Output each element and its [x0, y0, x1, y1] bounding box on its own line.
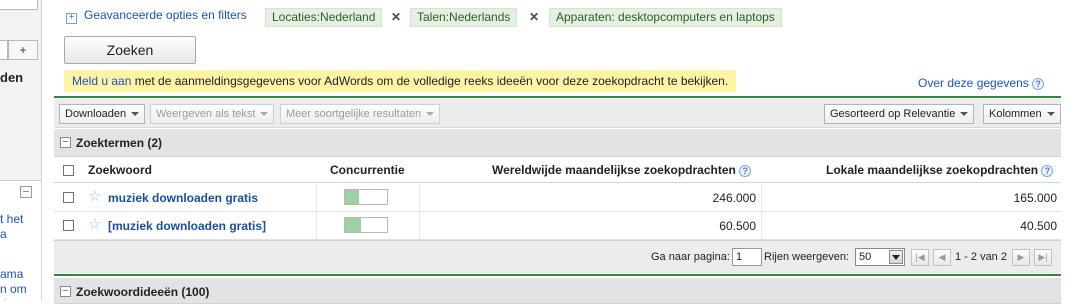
local-searches: 165.000 [1013, 191, 1057, 205]
local-searches: 40.500 [1020, 219, 1057, 233]
help-icon[interactable]: ? [1041, 165, 1054, 177]
sidebar-top-field[interactable] [0, 0, 38, 10]
rows-per-page-value: 50 [859, 251, 872, 263]
sidebar-stepper-field[interactable] [0, 40, 8, 60]
table-row: ☆ muziek downloaden gratis 246.000 165.0… [54, 184, 1061, 212]
competition-fill [345, 218, 361, 232]
sidebar-link[interactable]: n om [0, 282, 27, 296]
rows-label: Rijen weergeven: [764, 251, 849, 263]
divider [54, 274, 1061, 276]
filter-chip-label: Apparaten: desktopcomputers en laptops [556, 10, 775, 24]
search-terms-header[interactable]: – Zoektermen (2) [54, 129, 1061, 157]
last-page-icon[interactable]: ▶| [1034, 249, 1052, 266]
filter-chip-location: Locaties:Nederland [265, 8, 383, 27]
help-icon[interactable]: ? [1032, 78, 1045, 90]
table-row: ☆ [muziek downloaden gratis] 60.500 40.5… [54, 212, 1061, 240]
filter-chip-label: Locaties:Nederland [272, 10, 376, 24]
page-number-input[interactable]: 1 [732, 248, 762, 266]
expand-plus-icon: + [66, 13, 77, 24]
about-data-link[interactable]: Over deze gegevens ? [918, 76, 1045, 90]
view-as-text-button[interactable]: Weergeven als tekst [150, 104, 275, 124]
collapse-icon[interactable]: – [60, 137, 71, 148]
global-searches: 246.000 [712, 191, 756, 205]
filter-chip-label: Talen:Nederlands [417, 10, 511, 24]
section-title: Zoektermen (2) [76, 136, 163, 150]
download-button[interactable]: Downloaden [59, 104, 146, 124]
chevron-down-icon [960, 112, 969, 116]
column-header-global[interactable]: Wereldwijde maandelijkse zoekopdrachten … [492, 163, 752, 177]
sidebar-heading: den [0, 70, 24, 85]
collapse-icon[interactable]: – [60, 286, 71, 297]
sidebar-link[interactable]: a [0, 227, 7, 241]
more-similar-label: Meer soortgelijke resultaten [286, 108, 422, 120]
left-sidebar: + den – t het a ama n om dt [0, 0, 42, 300]
next-page-icon[interactable]: ▶ [1012, 249, 1030, 266]
competition-fill [345, 190, 359, 204]
sign-in-notice-text: met de aanmeldingsgegevens voor AdWords … [131, 74, 729, 88]
star-icon[interactable]: ☆ [88, 217, 101, 233]
sidebar-link[interactable]: ama [0, 267, 23, 281]
about-data-label: Over deze gegevens [918, 76, 1029, 90]
first-page-icon[interactable]: |◀ [911, 249, 929, 266]
previous-page-icon[interactable]: ◀ [933, 249, 951, 266]
filter-chip-language: Talen:Nederlands [410, 8, 518, 27]
competition-bar [344, 189, 388, 205]
sort-label: Gesorteerd op Relevantie [830, 108, 956, 120]
column-header-label: Wereldwijde maandelijkse zoekopdrachten [492, 163, 736, 177]
more-similar-button[interactable]: Meer soortgelijke resultaten [280, 104, 441, 124]
columns-button[interactable]: Kolommen [983, 104, 1061, 124]
select-all-checkbox[interactable] [63, 165, 74, 176]
keyword-link[interactable]: [muziek downloaden gratis] [108, 219, 266, 233]
advanced-options-label: Geavanceerde opties en filters [84, 8, 247, 22]
sidebar-plus-button[interactable]: + [8, 40, 38, 60]
star-icon[interactable]: ☆ [88, 189, 101, 205]
sort-button[interactable]: Gesorteerd op Relevantie [824, 104, 975, 124]
sign-in-link[interactable]: Meld u aan [72, 74, 131, 88]
rows-per-page-select[interactable]: 50 [855, 248, 905, 266]
view-as-text-label: Weergeven als tekst [156, 108, 256, 120]
advanced-options-link[interactable]: + Geavanceerde opties en filters [66, 8, 247, 24]
dropdown-arrow-icon [889, 250, 903, 264]
chevron-down-icon [260, 112, 269, 116]
help-icon[interactable]: ? [739, 165, 752, 177]
competition-bar [344, 217, 388, 233]
chevron-down-icon [426, 112, 435, 116]
column-header-competition[interactable]: Concurrentie [330, 163, 405, 177]
remove-filter-icon[interactable]: ✕ [529, 8, 539, 27]
page-range: 1 - 2 van 2 [955, 251, 1007, 263]
download-label: Downloaden [65, 108, 127, 120]
remove-filter-icon[interactable]: ✕ [391, 8, 401, 27]
row-checkbox[interactable] [63, 220, 74, 231]
columns-label: Kolommen [989, 108, 1042, 120]
sidebar-link[interactable]: t het [0, 212, 23, 226]
keyword-ideas-header[interactable]: – Zoekwoordideeën (100) [54, 278, 1061, 304]
sidebar-collapse-icon[interactable]: – [20, 186, 32, 198]
chevron-down-icon [1046, 112, 1055, 116]
search-button[interactable]: Zoeken [64, 36, 196, 64]
filter-chip-devices: Apparaten: desktopcomputers en laptops [549, 8, 782, 27]
chevron-down-icon [131, 112, 140, 116]
row-checkbox[interactable] [63, 192, 74, 203]
table-header: Zoekwoord Concurrentie Wereldwijde maand… [54, 157, 1061, 183]
sign-in-notice: Meld u aan met de aanmeldingsgegevens vo… [64, 70, 737, 92]
divider [54, 96, 1061, 98]
sidebar-panel: – t het a ama n om dt [0, 180, 41, 300]
column-header-keyword[interactable]: Zoekwoord [88, 163, 152, 177]
pagination-bar: Ga naar pagina: 1 Rijen weergeven: 50 |◀… [54, 240, 1061, 273]
results-toolbar: Downloaden Weergeven als tekst Meer soor… [54, 99, 1061, 128]
column-header-label: Lokale maandelijkse zoekopdrachten [826, 163, 1039, 177]
column-header-local[interactable]: Lokale maandelijkse zoekopdrachten ? [826, 163, 1054, 177]
section-title: Zoekwoordideeën (100) [76, 285, 210, 299]
keyword-link[interactable]: muziek downloaden gratis [108, 191, 258, 205]
global-searches: 60.500 [719, 219, 756, 233]
goto-page-label: Ga naar pagina: [651, 251, 730, 263]
